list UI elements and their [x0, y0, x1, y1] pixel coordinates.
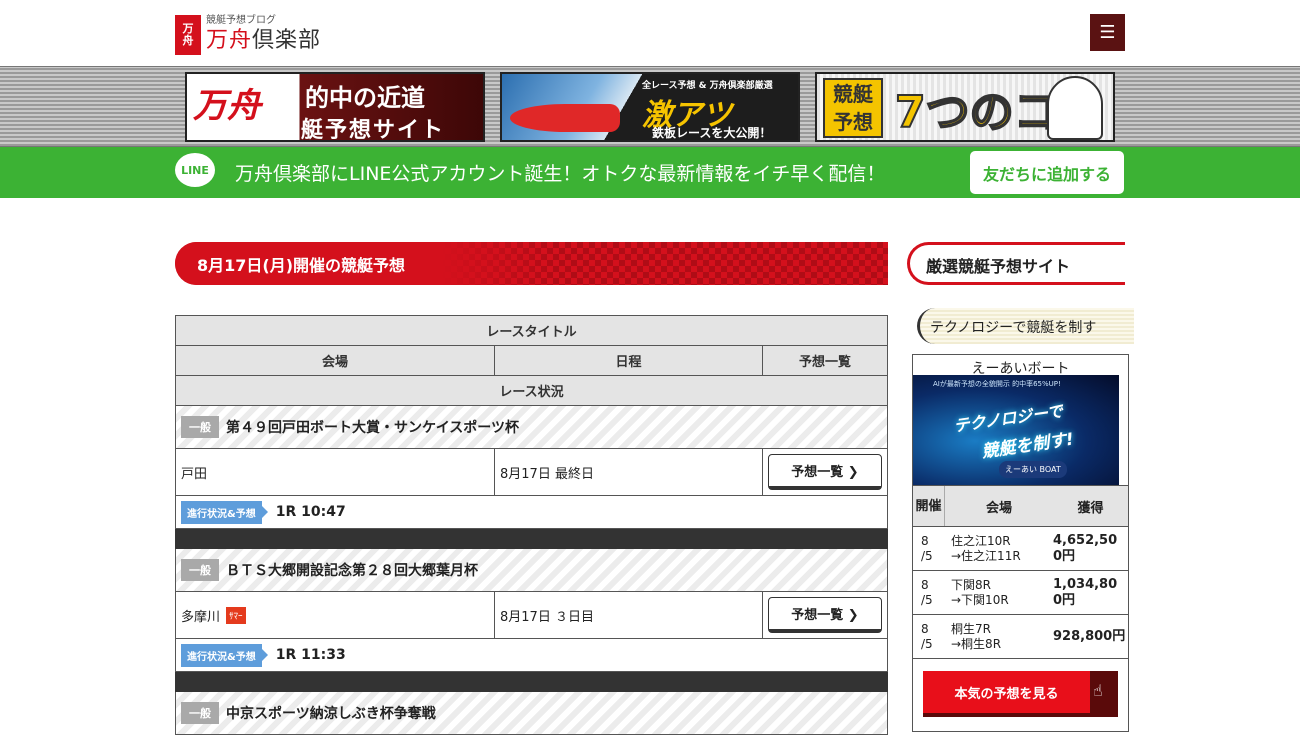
grade-badge: 一般	[181, 416, 219, 438]
race-title-row: 一般 中京スポーツ納涼しぶき杯争奪戦	[175, 692, 888, 735]
race-title: ＢＴＳ大郷開設記念第２８回大郷葉月杯	[226, 563, 478, 579]
header-venue: 会場	[985, 500, 1012, 516]
race-info-row: 多摩川 ｻﾏｰ 8月17日 ３日目 予想一覧 ❯	[175, 592, 888, 639]
site-name[interactable]: えーあいボート	[913, 355, 1128, 377]
header-schedule: 日程	[495, 346, 763, 375]
race-info-row: 戸田 8月17日 最終日 予想一覧 ❯	[175, 449, 888, 496]
pointing-hand-icon: ☝	[1093, 681, 1103, 700]
prediction-list-button[interactable]: 予想一覧 ❯	[768, 597, 882, 633]
logo-subtitle: 競艇予想ブログ	[206, 15, 276, 26]
result-row: 8/5 住之江10R →住之江11R 4,652,500円	[913, 527, 1128, 571]
header-race-title: レースタイトル	[176, 316, 887, 345]
schedule: 8月17日 ３日目	[495, 592, 763, 638]
grade-badge: 一般	[181, 702, 219, 724]
see-prediction-button[interactable]: 本気の予想を見る ☝	[923, 671, 1118, 717]
race-title: 中京スポーツ納涼しぶき杯争奪戦	[226, 706, 436, 722]
race-time: 1R 11:33	[275, 647, 346, 663]
separator	[175, 529, 888, 549]
site-header: 万 舟 競艇予想ブログ 万舟倶楽部 ☰	[0, 0, 1300, 66]
hamburger-menu-button[interactable]: ☰	[1090, 14, 1125, 51]
site-logo[interactable]: 万 舟 競艇予想ブログ 万舟倶楽部	[175, 13, 321, 55]
site-banner-image[interactable]: AIが最新予想の全貌開示 的中率65%UP! テクノロジーで 競艇を制す! えー…	[913, 375, 1119, 485]
banner-shortcut-site[interactable]: 万舟 的中の近道 競艇予想サイト	[185, 72, 485, 142]
hamburger-icon: ☰	[1099, 22, 1116, 43]
schedule: 8月17日 最終日	[495, 449, 763, 495]
sidebar-heading: 厳選競艇予想サイト	[907, 242, 1125, 285]
header-venue: 会場	[176, 346, 495, 375]
logo-title: 万舟倶楽部	[206, 28, 322, 53]
page-title: 8月17日(月)開催の競艇予想	[175, 242, 888, 285]
banner-strip: 万舟 的中の近道 競艇予想サイト 全レース予想 & 万舟倶楽部厳選 激アツ 鉄板…	[0, 66, 1300, 147]
race-progress-row[interactable]: 進行状況&予想 1R 10:47	[175, 496, 888, 529]
line-icon: LINE	[175, 153, 215, 187]
venue: 多摩川 ｻﾏｰ	[176, 592, 495, 638]
sidebar-subheading: テクノロジーで競艇を制す	[917, 308, 1134, 344]
results-table: 開催 会場 獲得 8/5 住之江10R →住之江11R 4,652,500円 8/…	[913, 485, 1128, 659]
banner-hot-races[interactable]: 全レース予想 & 万舟倶楽部厳選 激アツ 鉄板レースを大公開！	[500, 72, 800, 142]
result-row: 8/5 下関8R →下関10R 1,034,800円	[913, 571, 1128, 615]
race-progress-row[interactable]: 進行状況&予想 1R 11:33	[175, 639, 888, 672]
grade-badge: 一般	[181, 559, 219, 581]
header-winnings: 獲得	[1077, 500, 1104, 516]
race-title-row: 一般 第４９回戸田ボート大賞・サンケイスポーツ杯	[175, 406, 888, 449]
progress-badge[interactable]: 進行状況&予想	[181, 643, 268, 667]
header-race-status: レース状況	[176, 376, 887, 405]
line-announcement-bar: LINE 万舟倶楽部にLINE公式アカウント誕生！オトクな最新情報をイチ早く配信…	[0, 147, 1300, 198]
character-illustration	[1047, 76, 1103, 140]
separator	[175, 672, 888, 692]
recommended-site-card: えーあいボート AIが最新予想の全貌開示 的中率65%UP! テクノロジーで 競…	[912, 354, 1129, 732]
banner-seven-tips[interactable]: 競艇予想 7つのコツ	[815, 72, 1115, 142]
header-date: 開催	[913, 486, 945, 526]
prediction-list-button[interactable]: 予想一覧 ❯	[768, 454, 882, 490]
race-table: レースタイトル 会場 日程 予想一覧 レース状況 一般 第４９回戸田ボート大賞・…	[175, 315, 888, 735]
venue: 戸田	[176, 449, 495, 495]
header-prediction-list: 予想一覧	[763, 346, 887, 375]
add-friend-button[interactable]: 友だちに追加する	[970, 151, 1124, 194]
season-badge: ｻﾏｰ	[226, 606, 246, 624]
result-row: 8/5 桐生7R →桐生8R 928,800円	[913, 615, 1128, 659]
line-message: 万舟倶楽部にLINE公式アカウント誕生！オトクな最新情報をイチ早く配信！	[235, 163, 886, 185]
boat-image	[510, 104, 620, 132]
race-time: 1R 10:47	[275, 504, 346, 520]
logo-mark: 万 舟	[175, 15, 201, 55]
race-title: 第４９回戸田ボート大賞・サンケイスポーツ杯	[226, 420, 520, 436]
race-title-row: 一般 ＢＴＳ大郷開設記念第２８回大郷葉月杯	[175, 549, 888, 592]
progress-badge[interactable]: 進行状況&予想	[181, 500, 268, 524]
